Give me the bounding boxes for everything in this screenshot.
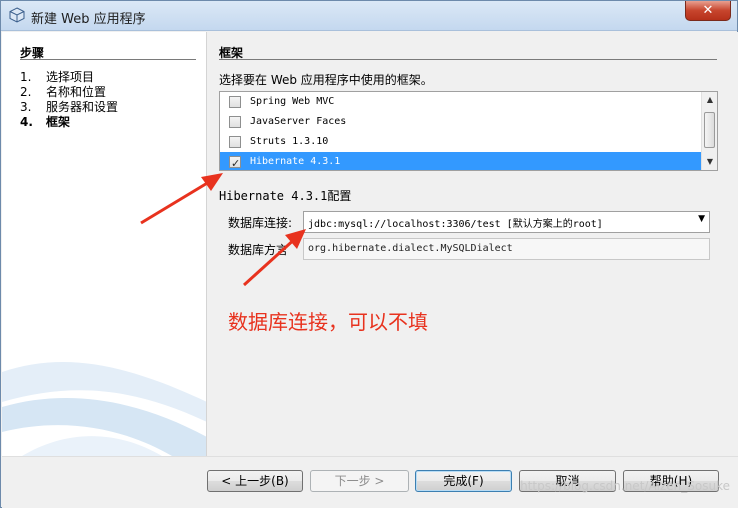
watermark-text: https://blog.csdn.net/Aizen_Sosuke bbox=[520, 479, 730, 493]
chevron-down-icon[interactable]: ▼ bbox=[698, 214, 705, 224]
button-bar: < 上一步(B) 下一步 > 完成(F) 取消 帮助(H) https://bl… bbox=[2, 456, 738, 508]
checkbox-checked[interactable]: ✓ bbox=[229, 156, 241, 170]
steps-divider bbox=[20, 59, 196, 60]
content-panel: 框架 选择要在 Web 应用程序中使用的框架。 Spring Web MVC J… bbox=[208, 32, 738, 456]
step-item: 2. 名称和位置 bbox=[20, 85, 107, 99]
framework-list[interactable]: Spring Web MVC JavaServer Faces Struts 1… bbox=[219, 91, 718, 171]
db-connection-value: jdbc:mysql://localhost:3306/test [默认方案上的… bbox=[308, 219, 603, 230]
steps-panel: 步骤 1. 选择项目 2. 名称和位置 3. 服务器和设置 4. 框架 bbox=[2, 32, 207, 456]
decorative-swoosh bbox=[2, 362, 206, 456]
db-connection-label: 数据库连接: bbox=[228, 216, 293, 230]
check-mark-icon: ✓ bbox=[231, 157, 241, 170]
vertical-scrollbar[interactable]: ▲ ▼ bbox=[701, 92, 717, 170]
next-button[interactable]: 下一步 > bbox=[310, 470, 409, 492]
dialog-window: 新建 Web 应用程序 ✕ 步骤 1. 选择项目 2. 名称和位置 3. 服务器和设置… bbox=[0, 0, 738, 508]
checkbox[interactable] bbox=[229, 96, 241, 108]
framework-item-struts[interactable]: Struts 1.3.10 bbox=[220, 132, 702, 152]
instruction-text: 选择要在 Web 应用程序中使用的框架。 bbox=[219, 73, 433, 87]
steps-list: 1. 选择项目 2. 名称和位置 3. 服务器和设置 4. 框架 bbox=[20, 70, 118, 130]
checkbox[interactable] bbox=[229, 136, 241, 148]
title-divider bbox=[219, 59, 717, 60]
scrollbar-thumb[interactable] bbox=[704, 112, 715, 148]
step-item-current: 4. 框架 bbox=[20, 115, 71, 129]
close-button[interactable]: ✕ bbox=[685, 1, 731, 21]
step-item: 1. 选择项目 bbox=[20, 70, 95, 84]
step-item: 3. 服务器和设置 bbox=[20, 100, 119, 114]
netbeans-cube-icon bbox=[9, 7, 25, 23]
window-title: 新建 Web 应用程序 bbox=[31, 12, 146, 27]
annotation-text: 数据库连接，可以不填 bbox=[228, 310, 428, 334]
framework-item-jsf[interactable]: JavaServer Faces bbox=[220, 112, 702, 132]
checkbox[interactable] bbox=[229, 116, 241, 128]
scroll-down-arrow-icon[interactable]: ▼ bbox=[702, 154, 717, 170]
framework-item-hibernate[interactable]: ✓ Hibernate 4.3.1 bbox=[220, 152, 702, 170]
dialect-label: 数据库方言 bbox=[228, 243, 289, 257]
back-button[interactable]: < 上一步(B) bbox=[207, 470, 303, 492]
framework-item-spring[interactable]: Spring Web MVC bbox=[220, 92, 702, 112]
finish-button[interactable]: 完成(F) bbox=[415, 470, 512, 492]
title-bar[interactable]: 新建 Web 应用程序 ✕ bbox=[1, 1, 737, 31]
db-connection-select[interactable]: jdbc:mysql://localhost:3306/test [默认方案上的… bbox=[303, 211, 710, 233]
config-section-title: Hibernate 4.3.1配置 bbox=[219, 189, 352, 203]
dialect-value: org.hibernate.dialect.MySQLDialect bbox=[308, 243, 513, 254]
scroll-up-arrow-icon[interactable]: ▲ bbox=[702, 92, 717, 108]
dialect-field[interactable]: org.hibernate.dialect.MySQLDialect bbox=[303, 238, 710, 260]
